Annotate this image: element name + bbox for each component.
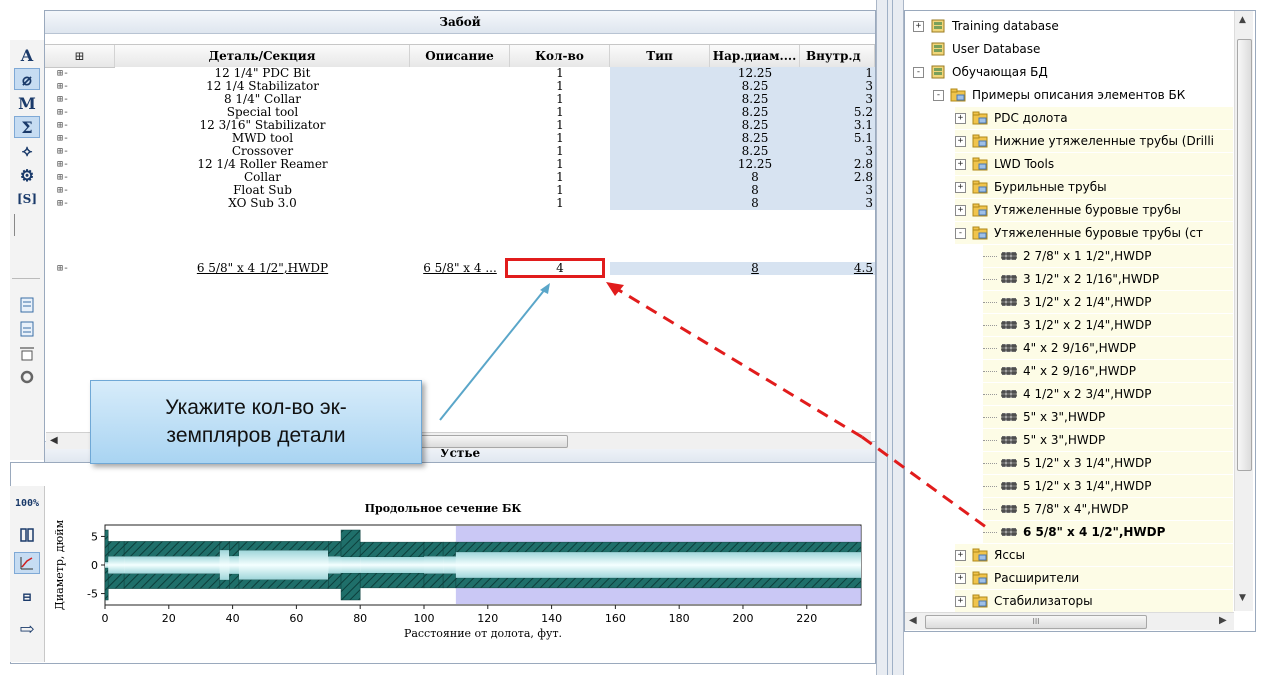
annotation-overlay	[439, 282, 991, 532]
dashed-arrow-line	[861, 435, 991, 532]
quantity-highlight-box	[505, 258, 605, 278]
dashed-arrow-line	[611, 284, 863, 439]
arrow-head-icon	[606, 282, 624, 296]
callout-tooltip: Укажите кол-во эк- земпляров детали	[90, 380, 422, 464]
callout-pointer-line	[439, 287, 547, 421]
